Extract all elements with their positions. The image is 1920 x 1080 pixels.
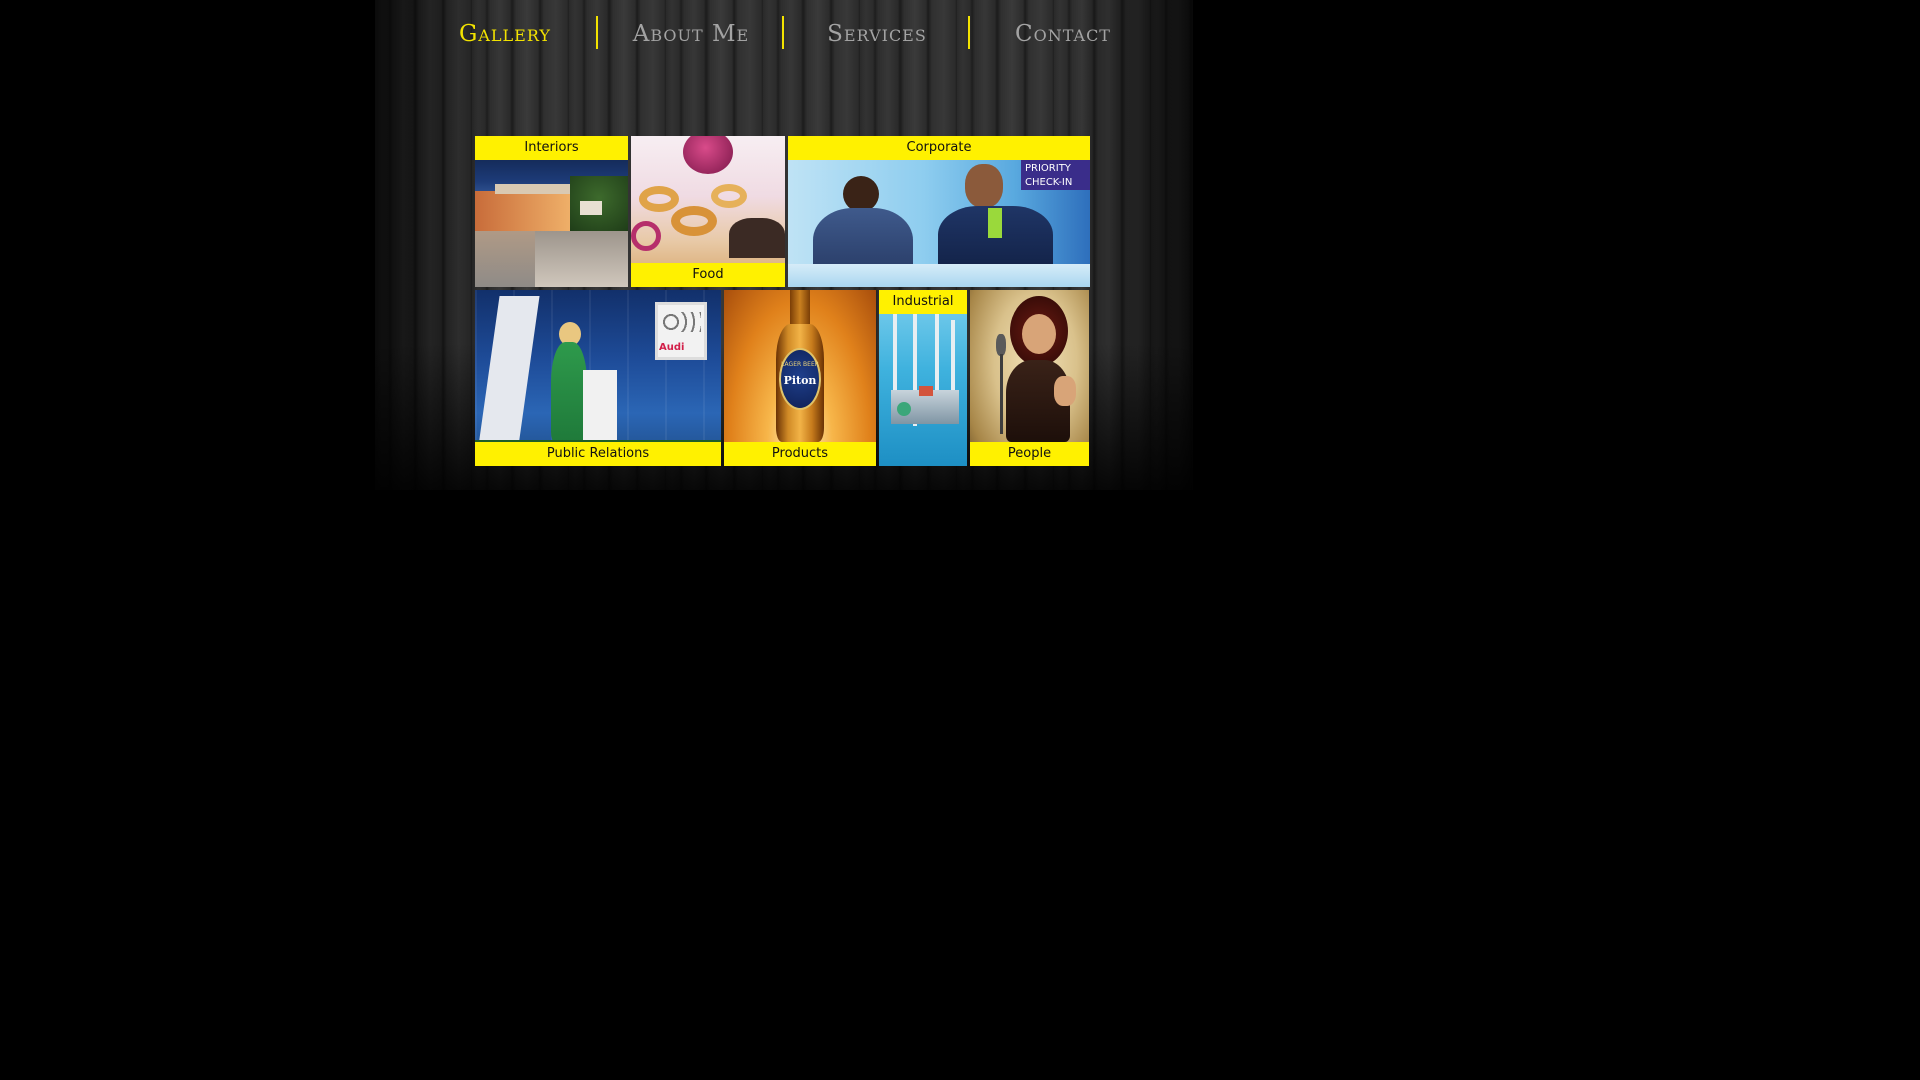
people-photo bbox=[970, 290, 1089, 466]
industrial-label: Industrial bbox=[879, 290, 967, 314]
nav-contact[interactable]: Contact bbox=[986, 18, 1140, 50]
audi-sign-text: Audi bbox=[659, 342, 685, 353]
products-label: Products bbox=[724, 442, 876, 466]
page: Gallery About Me Services Contact Interi… bbox=[0, 0, 1568, 882]
nav-separator bbox=[968, 16, 970, 49]
corporate-label: Corporate bbox=[788, 136, 1090, 160]
gallery-tile-people[interactable]: People bbox=[970, 290, 1089, 466]
gallery-tile-public-relations[interactable]: Audi Public Relations bbox=[475, 290, 721, 466]
gallery-tile-corporate[interactable]: PRIORITY CHECK-IN Corporate bbox=[788, 136, 1090, 287]
gallery-tile-interiors[interactable]: Interiors bbox=[475, 136, 628, 287]
nav-separator bbox=[782, 16, 784, 49]
nav-gallery[interactable]: Gallery bbox=[430, 18, 580, 50]
gallery-tile-industrial[interactable]: Industrial bbox=[879, 290, 967, 466]
industrial-photo bbox=[879, 290, 967, 466]
gallery-tile-food[interactable]: Food bbox=[631, 136, 785, 287]
gallery-tile-products[interactable]: Piton LAGER BEER Products bbox=[724, 290, 876, 466]
bottle-label-text: Piton bbox=[783, 374, 817, 387]
nav-about-me[interactable]: About Me bbox=[612, 18, 770, 50]
nav-services[interactable]: Services bbox=[800, 18, 954, 50]
people-label: People bbox=[970, 442, 1089, 466]
public-relations-photo: Audi bbox=[475, 290, 721, 466]
products-photo: Piton LAGER BEER bbox=[724, 290, 876, 466]
bottle-sublabel-text: LAGER BEER bbox=[781, 361, 819, 368]
nav-separator bbox=[596, 16, 598, 49]
food-label: Food bbox=[631, 263, 785, 287]
public-relations-label: Public Relations bbox=[475, 442, 721, 466]
corporate-sign: PRIORITY CHECK-IN bbox=[1021, 160, 1090, 190]
interiors-label: Interiors bbox=[475, 136, 628, 160]
